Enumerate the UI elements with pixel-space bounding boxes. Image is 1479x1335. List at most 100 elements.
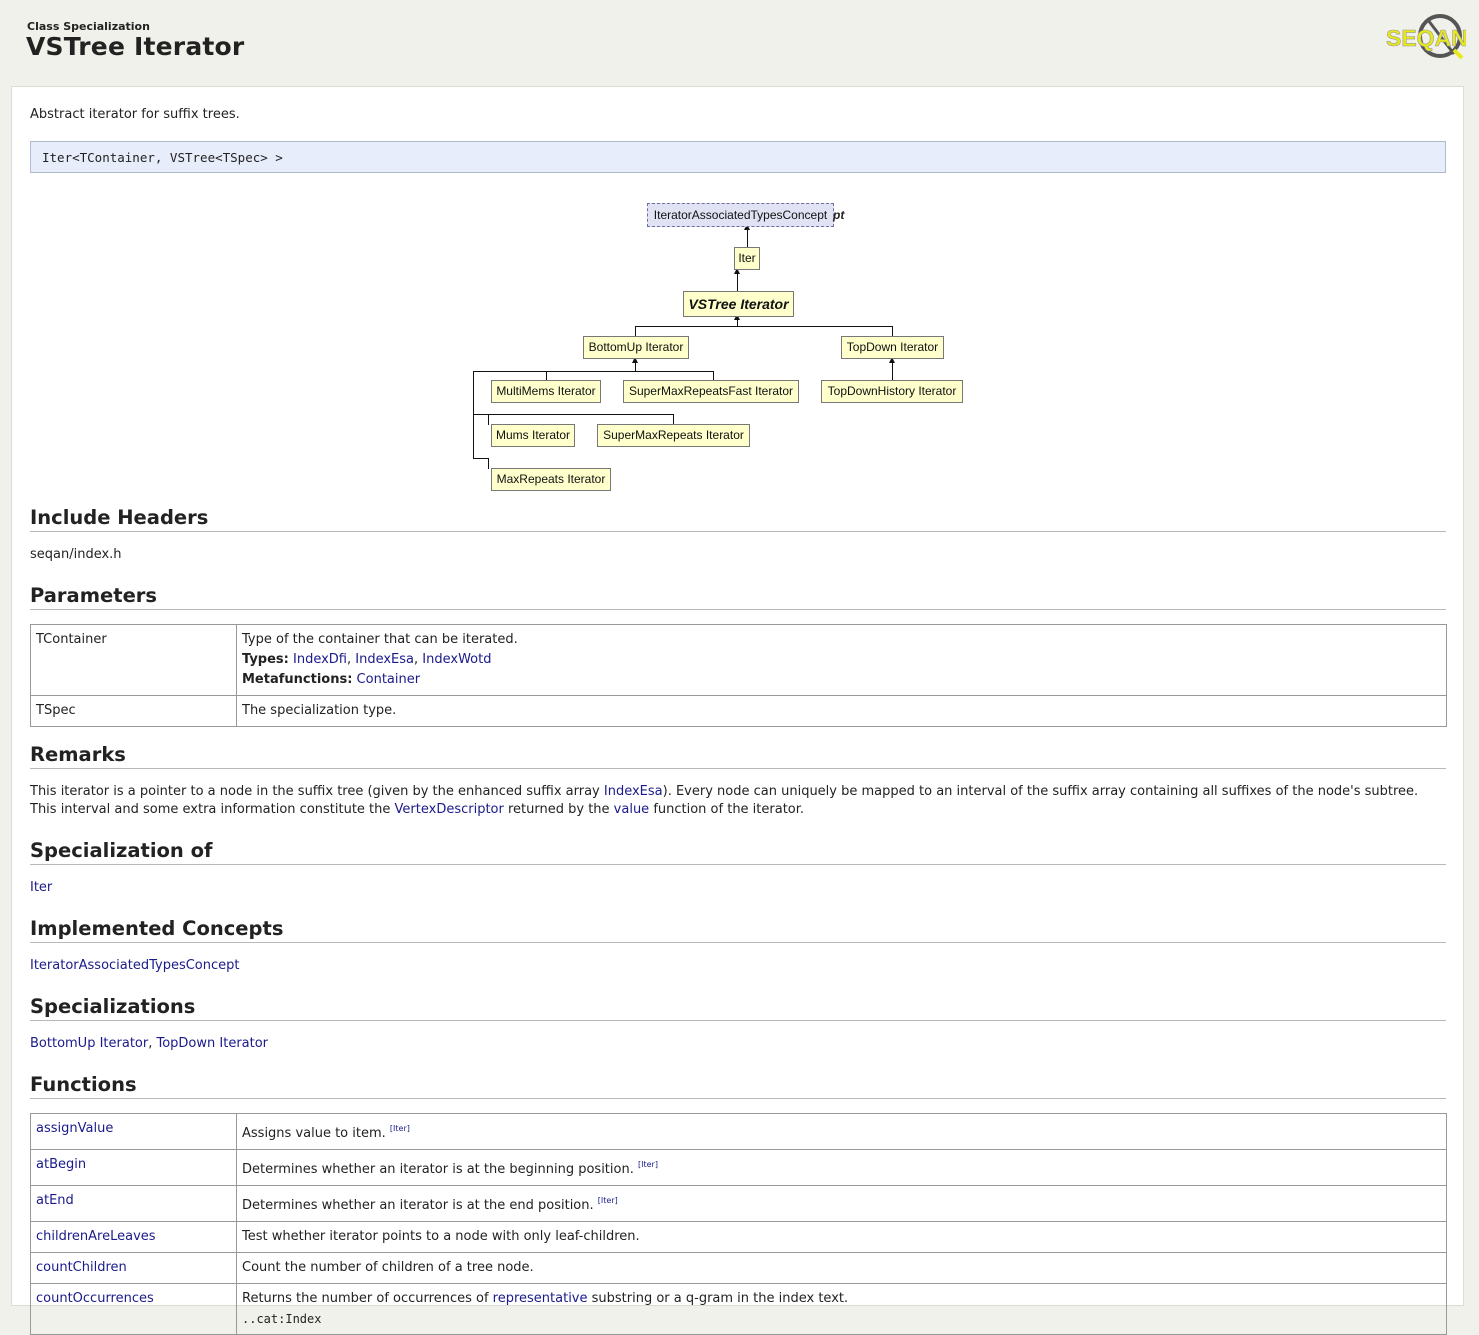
remarks-part: function of the iterator. [649, 802, 805, 817]
node-topdownhistory-iterator[interactable]: TopDownHistory Iterator [821, 380, 963, 403]
param-desc-text: Type of the container that can be iterat… [242, 632, 518, 647]
param-name: TContainer [30, 624, 237, 696]
function-desc: Assigns value to item. [242, 1126, 386, 1141]
link-indexesa-remarks[interactable]: IndexEsa [604, 784, 663, 799]
link-indexesa[interactable]: IndexEsa [355, 652, 414, 667]
parameters-table: TContainer Type of the container that ca… [30, 624, 1447, 727]
page-header: Class Specialization VSTree Iterator SEQ… [0, 0, 1479, 86]
param-name: TSpec [30, 695, 237, 727]
remarks-part: returned by the [503, 802, 614, 817]
link-iterator-associated-types-concept[interactable]: IteratorAssociatedTypesConcept [30, 958, 240, 973]
specialization-of-list: Iter [30, 879, 1446, 897]
heading-include-headers: Include Headers [30, 506, 1446, 532]
node-iterator-associated-types-concept[interactable]: IteratorAssociatedTypesConcept [647, 203, 834, 227]
function-name-cell: atEnd [30, 1185, 237, 1222]
link-atbegin[interactable]: atBegin [36, 1157, 86, 1172]
inheritance-diagram: IteratorAssociatedTypesConcept pt Iter V… [12, 187, 1465, 497]
edge-bu-hbar [473, 371, 714, 372]
edge-topdown-up [892, 326, 893, 336]
node-bottomup-iterator[interactable]: BottomUp Iterator [583, 336, 689, 359]
heading-specializations: Specializations [30, 995, 1446, 1021]
link-topdown-iterator[interactable]: TopDown Iterator [156, 1036, 268, 1051]
function-desc-extra: ..cat:Index [242, 1312, 322, 1326]
function-desc-part: Returns the number of occurrences of [242, 1291, 493, 1306]
function-desc-part: substring or a q-gram in the index text. [587, 1291, 849, 1306]
function-desc-cell: Determines whether an iterator is at the… [236, 1185, 1447, 1222]
node-mums-iterator[interactable]: Mums Iterator [491, 424, 575, 447]
node-supermaxrepeats-iterator[interactable]: SuperMaxRepeats Iterator [597, 424, 750, 447]
table-row: countOccurrences Returns the number of o… [30, 1283, 1447, 1335]
link-bottomup-iterator[interactable]: BottomUp Iterator [30, 1036, 148, 1051]
types-label: Types: [242, 652, 289, 667]
function-desc-cell: Test whether iterator points to a node w… [236, 1221, 1447, 1253]
link-representative[interactable]: representative [493, 1291, 588, 1306]
node-concept-label: IteratorAssociatedTypesConcept [653, 208, 828, 222]
node-iter[interactable]: Iter [734, 247, 760, 270]
table-row: atEnd Determines whether an iterator is … [30, 1185, 1447, 1222]
remarks-part: This iterator is a pointer to a node in … [30, 784, 604, 799]
function-desc-cell: Returns the number of occurrences of rep… [236, 1283, 1447, 1335]
node-supermaxrepeatsfast-iterator[interactable]: SuperMaxRepeatsFast Iterator [623, 380, 799, 403]
edge-maxrep-up [488, 458, 489, 469]
edge-mid-hbar [473, 414, 674, 415]
link-assignvalue[interactable]: assignValue [36, 1121, 113, 1136]
node-multimems-iterator[interactable]: MultiMems Iterator [491, 380, 601, 403]
specializations-list: BottomUp Iterator, TopDown Iterator [30, 1035, 1446, 1053]
main-content: Abstract iterator for suffix trees. Iter… [11, 86, 1465, 1335]
metafunctions-label: Metafunctions: [242, 672, 353, 687]
function-ref-link[interactable]: [Iter] [598, 1196, 618, 1205]
edge-bottomup-up [635, 326, 636, 336]
param-desc: The specialization type. [236, 695, 1447, 727]
class-signature: Iter<TContainer, VSTree<TSpec> > [30, 141, 1446, 173]
table-row: childrenAreLeaves Test whether iterator … [30, 1221, 1447, 1253]
node-vstree-iterator: VSTree Iterator [683, 291, 794, 317]
edge-low-hbar [473, 458, 489, 459]
function-desc: Returns the number of occurrences of rep… [242, 1289, 1440, 1309]
param-metafunctions: Metafunctions: Container [242, 670, 1440, 690]
edge-main-hbar [635, 326, 893, 327]
function-name-cell: countOccurrences [30, 1283, 237, 1335]
heading-functions: Functions [30, 1073, 1446, 1099]
function-desc: Determines whether an iterator is at the… [242, 1162, 634, 1177]
function-ref-link[interactable]: [Iter] [390, 1124, 410, 1133]
link-indexdfi[interactable]: IndexDfi [293, 652, 347, 667]
link-vertexdescriptor[interactable]: VertexDescriptor [395, 802, 504, 817]
function-name-cell: assignValue [30, 1113, 237, 1150]
class-description: Abstract iterator for suffix trees. [30, 107, 240, 122]
function-name-cell: childrenAreLeaves [30, 1221, 237, 1253]
link-indexwotd[interactable]: IndexWotd [422, 652, 491, 667]
node-concept-overflow: pt [833, 208, 845, 222]
param-desc: Type of the container that can be iterat… [236, 624, 1447, 696]
link-childrenareleaves[interactable]: childrenAreLeaves [36, 1229, 156, 1244]
edge-mums-up [488, 414, 489, 425]
implemented-concepts-list: IteratorAssociatedTypesConcept [30, 957, 1446, 975]
function-name-cell: countChildren [30, 1252, 237, 1284]
table-row: atBegin Determines whether an iterator i… [30, 1149, 1447, 1186]
table-row: assignValue Assigns value to item. [Iter… [30, 1113, 1447, 1150]
node-maxrepeats-iterator[interactable]: MaxRepeats Iterator [491, 468, 611, 491]
link-atend[interactable]: atEnd [36, 1193, 74, 1208]
heading-remarks: Remarks [30, 743, 1446, 769]
link-container[interactable]: Container [357, 672, 421, 687]
function-name-cell: atBegin [30, 1149, 237, 1186]
edge-bu-vbar [473, 371, 474, 459]
heading-specialization-of: Specialization of [30, 839, 1446, 865]
heading-parameters: Parameters [30, 584, 1446, 610]
link-iter[interactable]: Iter [30, 880, 52, 895]
heading-implemented-concepts: Implemented Concepts [30, 917, 1446, 943]
table-row: countChildren Count the number of childr… [30, 1252, 1447, 1284]
functions-table: assignValue Assigns value to item. [Iter… [30, 1113, 1447, 1335]
seqan-logo[interactable]: SEQAN [1384, 10, 1468, 62]
remarks-text: This iterator is a pointer to a node in … [30, 783, 1446, 819]
link-value[interactable]: value [614, 802, 650, 817]
node-topdown-iterator[interactable]: TopDown Iterator [841, 336, 944, 359]
function-desc-cell: Count the number of children of a tree n… [236, 1252, 1447, 1284]
link-countchildren[interactable]: countChildren [36, 1260, 127, 1275]
link-countoccurrences[interactable]: countOccurrences [36, 1291, 154, 1306]
table-row: TSpec The specialization type. [30, 695, 1447, 727]
logo-text: SEQAN [1386, 25, 1466, 51]
function-desc-cell: Determines whether an iterator is at the… [236, 1149, 1447, 1186]
param-types: Types: IndexDfi, IndexEsa, IndexWotd [242, 650, 1440, 670]
table-row: TContainer Type of the container that ca… [30, 624, 1447, 696]
function-ref-link[interactable]: [Iter] [638, 1160, 658, 1169]
